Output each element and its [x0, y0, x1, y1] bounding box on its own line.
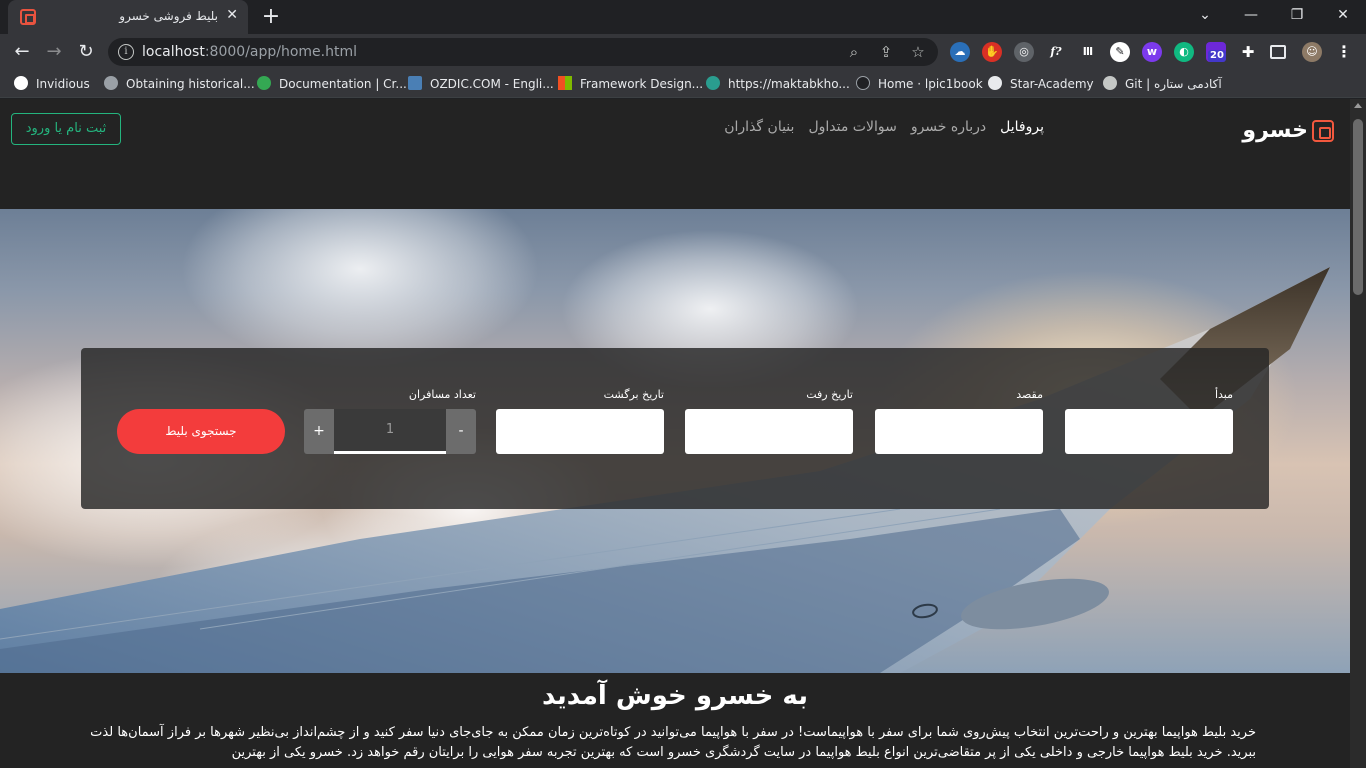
extension-glasses-icon[interactable]: ◎ [1014, 42, 1034, 62]
menu-item-about[interactable]: درباره خسرو [911, 119, 986, 135]
url-text[interactable]: localhost:8000/app/home.html [142, 44, 357, 60]
bookmark-label: OZDIC.COM - Engli... [430, 77, 554, 91]
depart-date-input[interactable] [685, 409, 853, 454]
extension-grammar-icon[interactable]: ◐ [1174, 42, 1194, 62]
menu-item-profile[interactable]: پروفایل [1000, 119, 1044, 135]
destination-label: مقصد [1016, 388, 1043, 401]
extension-badge-count: 20 [1208, 50, 1226, 62]
back-button[interactable]: ← [10, 40, 34, 64]
ozdic-icon [408, 76, 422, 90]
extension-adblock-icon[interactable]: ✋ [982, 42, 1002, 62]
bookmark-framework-design[interactable]: Framework Design... [558, 75, 703, 93]
welcome-section: به خسرو خوش آمدید خرید بلیط هواپیما بهتر… [0, 673, 1350, 768]
bookmark-invidious[interactable]: Invidious [14, 75, 90, 93]
site-header: خسرو پروفایل درباره خسرو سوالات متداول ب… [0, 99, 1350, 209]
bookmark-label: Git | آکادمی ستاره [1125, 77, 1222, 91]
return-date-input[interactable] [496, 409, 664, 454]
extension-badge-icon[interactable]: 20 [1206, 42, 1226, 62]
browser-menu-icon[interactable]: ⋮ [1334, 42, 1354, 62]
site-info-icon[interactable]: i [118, 44, 134, 60]
welcome-title: به خسرو خوش آمدید [542, 681, 808, 711]
side-panel-icon[interactable] [1270, 45, 1286, 59]
bookmark-label: Home · lpic1book [878, 77, 983, 91]
microsoft-icon [558, 76, 572, 90]
bookmark-documentation[interactable]: Documentation | Cr... [257, 75, 407, 93]
menu-item-founders[interactable]: بنیان گذاران [724, 119, 794, 135]
site-logo[interactable]: خسرو [1242, 117, 1334, 145]
depart-date-label: تاریخ رفت [806, 388, 853, 401]
menu-item-faq[interactable]: سوالات متداول [808, 119, 896, 135]
globe-icon [104, 76, 118, 90]
passengers-stepper: + 1 - [304, 409, 476, 454]
invidious-icon [14, 76, 28, 90]
minimize-button[interactable]: — [1241, 4, 1261, 26]
destination-input[interactable] [875, 409, 1043, 454]
logo-mark-icon [1312, 120, 1334, 142]
scrollbar-thumb[interactable] [1353, 119, 1363, 295]
bookmark-label: Invidious [36, 77, 90, 91]
ticket-search-form: مبدأ مقصد تاریخ رفت تاریخ برگشت تعداد مس… [81, 348, 1269, 509]
address-bar[interactable]: i localhost:8000/app/home.html ⌕ ⇪ ☆ [108, 38, 938, 66]
search-ticket-button[interactable]: جستجوی بلیط [117, 409, 285, 454]
scroll-up-arrow-icon[interactable] [1354, 103, 1362, 108]
origin-label: مبدأ [1214, 388, 1233, 401]
bookmark-label: Star-Academy [1010, 77, 1094, 91]
share-icon[interactable]: ⇪ [876, 42, 896, 62]
extension-translate-icon[interactable]: Ⅲ [1078, 42, 1098, 62]
passengers-increment-button[interactable]: + [304, 409, 334, 454]
url-path: :8000/app/home.html [204, 44, 358, 60]
bookmark-git-academy[interactable]: Git | آکادمی ستاره [1103, 75, 1222, 93]
bookmark-label: Documentation | Cr... [279, 77, 407, 91]
passengers-count[interactable]: 1 [334, 409, 446, 454]
extension-cloud-icon[interactable]: ☁ [950, 42, 970, 62]
reload-button[interactable]: ↻ [74, 40, 98, 64]
bookmark-ozdic[interactable]: OZDIC.COM - Engli... [408, 75, 554, 93]
signup-login-button[interactable]: ثبت نام یا ورود [11, 113, 121, 145]
browser-toolbar: ← → ↻ i localhost:8000/app/home.html ⌕ ⇪… [0, 34, 1366, 70]
bookmark-label: https://maktabkho... [728, 77, 850, 91]
return-date-label: تاریخ برگشت [603, 388, 664, 401]
web-page: خسرو پروفایل درباره خسرو سوالات متداول ب… [0, 99, 1350, 768]
star-academy-icon [1103, 76, 1117, 90]
page-scrollbar[interactable] [1350, 99, 1366, 768]
tab-title: بلیط فروشی خسرو [119, 9, 218, 23]
origin-input[interactable] [1065, 409, 1233, 454]
new-tab-button[interactable]: + [260, 4, 282, 30]
browser-tab-strip: بلیط فروشی خسرو ✕ + ⌄ — ❐ ✕ [0, 0, 1366, 34]
url-host: localhost [142, 44, 205, 60]
profile-avatar[interactable]: ☺ [1302, 42, 1322, 62]
welcome-paragraph: خرید بلیط هواپیما بهترین و راحت‌ترین انت… [90, 725, 1256, 760]
hero-banner: مبدأ مقصد تاریخ رفت تاریخ برگشت تعداد مس… [0, 209, 1350, 673]
extensions-puzzle-icon[interactable]: ✚ [1238, 42, 1258, 62]
browser-tab[interactable]: بلیط فروشی خسرو ✕ [8, 0, 248, 34]
logo-text: خسرو [1242, 118, 1308, 143]
main-menu: پروفایل درباره خسرو سوالات متداول بنیان … [724, 119, 1044, 135]
bookmark-lpic1book[interactable]: Home · lpic1book [856, 75, 983, 93]
extension-w-icon[interactable]: w [1142, 42, 1162, 62]
passengers-decrement-button[interactable]: - [446, 409, 476, 454]
bookmark-star-icon[interactable]: ☆ [908, 42, 928, 62]
close-tab-icon[interactable]: ✕ [226, 7, 238, 23]
extension-formula-icon[interactable]: f? [1046, 42, 1066, 62]
bookmark-historical[interactable]: Obtaining historical... [104, 75, 255, 93]
maktabkhooneh-icon [706, 76, 720, 90]
extension-pen-icon[interactable]: ✎ [1110, 42, 1130, 62]
bookmarks-bar: Invidious Obtaining historical... Docume… [0, 70, 1366, 98]
site-favicon-icon [20, 9, 36, 25]
documentation-icon [257, 76, 271, 90]
bookmark-label: Obtaining historical... [126, 77, 255, 91]
bookmark-star-academy[interactable]: Star-Academy [988, 75, 1094, 93]
maximize-button[interactable]: ❐ [1287, 4, 1307, 26]
lpic1book-icon [856, 76, 870, 90]
close-window-button[interactable]: ✕ [1333, 4, 1353, 26]
zoom-search-icon[interactable]: ⌕ [844, 42, 864, 62]
bookmark-maktabkhooneh[interactable]: https://maktabkho... [706, 75, 850, 93]
tab-search-icon[interactable]: ⌄ [1195, 4, 1215, 26]
passengers-label: تعداد مسافران [408, 388, 476, 401]
forward-button[interactable]: → [42, 40, 66, 64]
bookmark-label: Framework Design... [580, 77, 704, 91]
github-icon [988, 76, 1002, 90]
